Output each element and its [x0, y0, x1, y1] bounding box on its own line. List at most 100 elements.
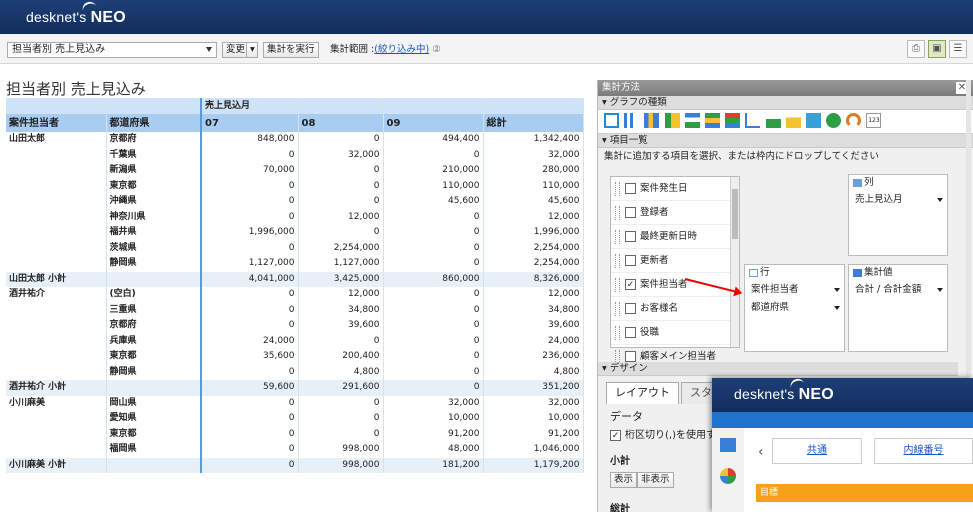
prefecture-cell — [106, 271, 202, 287]
prefecture-cell: 三重県 — [106, 302, 202, 318]
value-cell: 0 — [383, 147, 484, 163]
number-chart-icon[interactable]: 123 — [866, 113, 882, 128]
prefecture-cell: 東京都 — [106, 349, 202, 365]
checkbox[interactable]: ✓ — [625, 279, 636, 290]
owner-cell — [6, 147, 107, 163]
hide-button[interactable]: 非表示 — [637, 472, 674, 488]
field-item[interactable]: 役職 — [611, 321, 739, 345]
field-item[interactable]: お客様名 — [611, 297, 739, 321]
gauge-chart-icon[interactable] — [846, 113, 862, 128]
table-chart-icon[interactable] — [604, 113, 619, 128]
items-section-header[interactable]: ▾ 項目一覧 — [598, 134, 973, 148]
tab-common[interactable]: 共通 — [772, 438, 862, 464]
value-drop-zone[interactable]: 集計値 合計 / 合計金額 — [848, 264, 948, 352]
checkbox[interactable] — [625, 327, 636, 338]
owner-cell — [6, 349, 107, 365]
column-header: 都道府県 — [106, 114, 202, 132]
value-cell: 351,200 — [483, 380, 584, 396]
value-cell: 0 — [200, 147, 299, 163]
table-header-top: 売上見込月 — [6, 98, 584, 114]
line-chart-icon[interactable] — [745, 113, 761, 128]
value-cell: 48,000 — [383, 442, 484, 458]
apps-icon[interactable] — [720, 468, 736, 484]
column-field-chip[interactable]: 売上見込月 — [849, 191, 947, 209]
prefecture-cell: 新潟県 — [106, 163, 202, 179]
field-item[interactable]: 更新者 — [611, 249, 739, 273]
column-drop-zone[interactable]: 列 売上見込月 — [848, 174, 948, 256]
table-row: 東京都 35,600 200,400 0 236,000 — [6, 349, 584, 365]
field-item[interactable]: 最終更新日時 — [611, 225, 739, 249]
chevron-down-icon[interactable] — [937, 288, 943, 292]
value-cell: 32,000 — [483, 147, 584, 163]
checkbox[interactable] — [625, 255, 636, 266]
show-button[interactable]: 表示 — [610, 472, 638, 488]
chevron-down-icon[interactable] — [937, 198, 943, 202]
menu-icon[interactable]: ☰ — [949, 40, 967, 58]
area-100-icon[interactable] — [805, 113, 821, 128]
value-cell: 0 — [200, 318, 299, 334]
value-cell: 181,200 — [383, 457, 484, 473]
design-section-header[interactable]: ▾ デザイン — [598, 362, 958, 376]
stacked-100-hbar-icon[interactable] — [725, 113, 741, 128]
field-item[interactable]: 登録者 — [611, 201, 739, 225]
chevron-down-icon[interactable] — [834, 288, 840, 292]
prefecture-cell: 福岡県 — [106, 442, 202, 458]
value-cell: 1,996,000 — [200, 225, 299, 241]
row-field-chip-1[interactable]: 案件担当者 — [745, 281, 844, 299]
mobile-header: desknet's NEO — [712, 376, 973, 412]
column-header: 総計 — [483, 114, 584, 132]
calendar-icon[interactable] — [720, 438, 736, 452]
view-select[interactable]: 担当者別 売上見込み — [7, 42, 217, 58]
value-field-chip[interactable]: 合計 / 合計金額 — [849, 281, 947, 299]
tab-layout[interactable]: レイアウト — [606, 382, 679, 404]
value-cell: 0 — [200, 302, 299, 318]
field-item[interactable]: 案件発生日 — [611, 177, 739, 201]
owner-cell — [6, 209, 107, 225]
change-button[interactable]: 変更 — [222, 42, 250, 58]
table-row: 山田太郎 京都府 848,000 0 494,400 1,342,400 — [6, 132, 584, 148]
field-item[interactable]: ✓ 案件担当者 — [611, 273, 739, 297]
chevron-left-icon[interactable]: ‹ — [758, 444, 764, 460]
checkbox[interactable] — [625, 231, 636, 242]
separator-option[interactable]: ✓ 桁区切り(,)を使用す — [610, 426, 716, 441]
stacked-100-bar-icon[interactable] — [664, 113, 680, 128]
chevron-down-icon[interactable] — [834, 306, 840, 310]
value-cell: 1,046,000 — [483, 442, 584, 458]
brand-logo[interactable]: desknet's NEO — [26, 0, 126, 27]
stacked-bar-icon[interactable] — [644, 113, 660, 128]
value-cell: 3,425,000 — [298, 271, 384, 287]
tab-extension[interactable]: 内線番号 — [874, 438, 973, 464]
pie-chart-icon[interactable] — [826, 113, 842, 128]
run-aggregate-button[interactable]: 集計を実行 — [263, 42, 319, 58]
table-row: 千葉県 0 32,000 0 32,000 — [6, 147, 584, 163]
checkbox[interactable] — [625, 351, 636, 362]
table-row: 兵庫県 24,000 0 0 24,000 — [6, 333, 584, 349]
print-icon[interactable]: ⎙ — [907, 40, 925, 58]
value-cell: 998,000 — [298, 442, 384, 458]
window-icon[interactable]: ▣ — [928, 40, 946, 58]
range-link[interactable]: (絞り込み中) — [374, 44, 429, 55]
bar-chart-icon[interactable] — [624, 113, 640, 128]
value-cell: 0 — [298, 132, 384, 148]
hbar-chart-icon[interactable] — [684, 113, 700, 128]
app-header: desknet's NEO — [0, 0, 973, 34]
stacked-area-icon[interactable] — [785, 113, 801, 128]
table-row: 静岡県 0 4,800 0 4,800 — [6, 364, 584, 380]
stacked-hbar-icon[interactable] — [704, 113, 720, 128]
owner-cell — [6, 178, 107, 194]
row-field-chip-2[interactable]: 都道府県 — [745, 299, 844, 317]
value-cell: 10,000 — [483, 411, 584, 427]
change-dropdown-button[interactable]: ▾ — [246, 42, 258, 58]
table-row: 京都府 0 39,600 0 39,600 — [6, 318, 584, 334]
checkbox[interactable] — [625, 303, 636, 314]
graph-section-header[interactable]: ▾ グラフの種類 — [598, 96, 973, 110]
owner-cell: 山田太郎 小計 — [6, 271, 107, 287]
row-drop-zone[interactable]: 行 案件担当者 都道府県 — [744, 264, 845, 352]
area-chart-icon[interactable] — [765, 113, 781, 128]
field-list-scrollbar[interactable] — [730, 177, 739, 347]
month-group-header: 売上見込月 — [200, 98, 299, 114]
value-cell: 0 — [383, 380, 484, 396]
checkbox[interactable] — [625, 183, 636, 194]
checkbox[interactable] — [625, 207, 636, 218]
info-icon: ② — [432, 44, 441, 55]
